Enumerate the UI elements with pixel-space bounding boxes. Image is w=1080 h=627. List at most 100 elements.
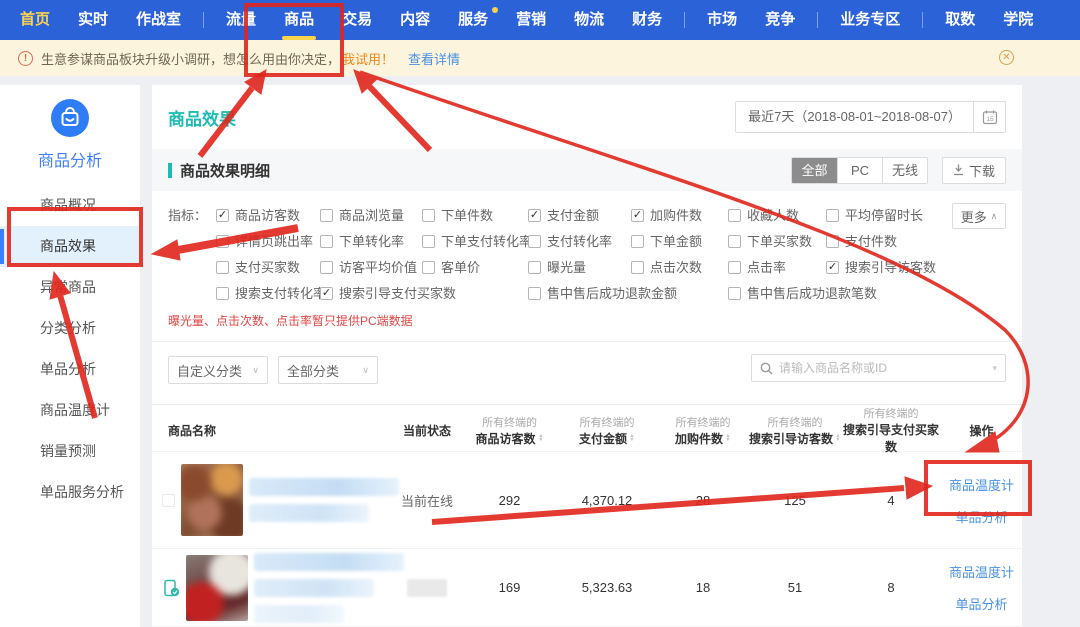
custom-category-select[interactable]: 自定义分类 ∨	[168, 356, 268, 384]
tab-pc[interactable]: PC	[837, 158, 882, 183]
metric-item[interactable]: 支付金额	[528, 207, 631, 224]
metric-item[interactable]: 售中售后成功退款笔数	[728, 285, 1006, 302]
metric-item[interactable]: 商品访客数	[216, 207, 320, 224]
metric-item[interactable]: 曝光量	[528, 259, 631, 276]
nav-business-zone[interactable]: 业务专区	[826, 0, 914, 40]
checkbox[interactable]	[320, 209, 333, 222]
checkbox[interactable]	[826, 261, 839, 274]
checkbox[interactable]	[528, 287, 541, 300]
sidebar-item-category-analysis[interactable]: 分类分析	[0, 308, 140, 349]
metric-item[interactable]: 客单价	[422, 259, 528, 276]
notice-detail-link[interactable]: 查看详情	[408, 49, 460, 68]
nav-goods[interactable]: 商品	[270, 0, 328, 40]
calendar-icon[interactable]: 15	[973, 102, 1005, 132]
checkbox[interactable]	[216, 261, 229, 274]
metric-item[interactable]: 下单金额	[631, 233, 728, 250]
metric-item[interactable]: 支付转化率	[528, 233, 631, 250]
metric-item[interactable]: 详情页跳出率	[216, 233, 320, 250]
search-input[interactable]	[779, 361, 986, 375]
sidebar-item-single-item-service[interactable]: 单品服务分析	[0, 472, 140, 513]
checkbox[interactable]	[320, 261, 333, 274]
notice-try-link[interactable]: 我试用！	[342, 49, 394, 68]
metric-item[interactable]: 支付买家数	[216, 259, 320, 276]
checkbox[interactable]	[422, 235, 435, 248]
metric-item[interactable]: 访客平均价值	[320, 259, 422, 276]
sidebar-item-sales-forecast[interactable]: 销量预测	[0, 431, 140, 472]
sidebar-item-single-item-analysis[interactable]: 单品分析	[0, 349, 140, 390]
checkbox[interactable]	[320, 287, 333, 300]
nav-logistics[interactable]: 物流	[560, 0, 618, 40]
checkbox[interactable]	[728, 261, 741, 274]
checkbox[interactable]	[728, 209, 741, 222]
checkbox[interactable]	[528, 261, 541, 274]
metric-item[interactable]: 售中售后成功退款金额	[528, 285, 728, 302]
checkbox[interactable]	[216, 235, 229, 248]
nav-traffic[interactable]: 流量	[212, 0, 270, 40]
metric-item[interactable]: 商品浏览量	[320, 207, 422, 224]
nav-finance[interactable]: 财务	[618, 0, 676, 40]
date-range-picker[interactable]: 最近7天（2018-08-01~2018-08-07） 15	[735, 101, 1006, 133]
nav-marketing[interactable]: 营销	[502, 0, 560, 40]
metric-item[interactable]: 下单支付转化率	[422, 233, 528, 250]
metric-item[interactable]: 搜索支付转化率	[216, 285, 320, 302]
checkbox[interactable]	[422, 261, 435, 274]
checkbox[interactable]	[528, 209, 541, 222]
sort-icon[interactable]: ▲▼	[725, 434, 731, 442]
metric-item[interactable]: 搜索引导访客数	[826, 259, 1006, 276]
checkbox[interactable]	[528, 235, 541, 248]
checkbox[interactable]	[826, 209, 839, 222]
metric-item[interactable]: 下单转化率	[320, 233, 422, 250]
sort-icon[interactable]: ▲▼	[629, 434, 635, 442]
nav-data-fetch[interactable]: 取数	[931, 0, 989, 40]
metric-item[interactable]: 收藏人数	[728, 207, 826, 224]
checkbox[interactable]	[631, 235, 644, 248]
metric-item[interactable]: 下单买家数	[728, 233, 826, 250]
single-item-analysis-link[interactable]: 单品分析	[955, 594, 1007, 613]
product-title-blur[interactable]	[254, 553, 404, 623]
col-cart-items[interactable]: 所有终端的 加购件数▲▼	[657, 414, 749, 448]
checkbox[interactable]	[216, 287, 229, 300]
sidebar-item-goods-effect[interactable]: 商品效果	[0, 226, 140, 267]
checkbox[interactable]	[422, 209, 435, 222]
nav-content[interactable]: 内容	[386, 0, 444, 40]
sidebar-item-goods-overview[interactable]: 商品概况	[0, 185, 140, 226]
col-search-pay-buyers[interactable]: 所有终端的 搜索引导支付买家数	[841, 405, 941, 456]
nav-competition[interactable]: 竞争	[751, 0, 809, 40]
thermometer-link[interactable]: 商品温度计	[949, 475, 1014, 494]
sidebar-item-abnormal-goods[interactable]: 异常商品	[0, 267, 140, 308]
product-title-blur[interactable]	[249, 478, 399, 522]
more-button[interactable]: 更多 ∧	[952, 203, 1006, 229]
product-thumbnail[interactable]	[186, 555, 248, 621]
sort-icon[interactable]: ▲▼	[538, 434, 544, 442]
metric-item[interactable]: 点击次数	[631, 259, 728, 276]
metric-item[interactable]: 下单件数	[422, 207, 528, 224]
thermometer-link[interactable]: 商品温度计	[949, 562, 1014, 581]
col-payment[interactable]: 所有终端的 支付金额▲▼	[557, 414, 657, 448]
checkbox[interactable]	[320, 235, 333, 248]
nav-market[interactable]: 市场	[693, 0, 751, 40]
metric-item[interactable]: 支付件数	[826, 233, 1006, 250]
nav-realtime[interactable]: 实时	[64, 0, 122, 40]
checkbox[interactable]	[728, 235, 741, 248]
checkbox[interactable]	[631, 209, 644, 222]
single-item-analysis-link[interactable]: 单品分析	[955, 507, 1007, 526]
metric-item[interactable]: 搜索引导支付买家数	[320, 285, 528, 302]
col-search-visitors[interactable]: 所有终端的 搜索引导访客数▲▼	[749, 414, 841, 448]
product-thumbnail[interactable]	[181, 464, 243, 536]
nav-service[interactable]: 服务	[444, 0, 502, 40]
tab-wireless[interactable]: 无线	[882, 158, 927, 183]
nav-trade[interactable]: 交易	[328, 0, 386, 40]
metric-item[interactable]: 点击率	[728, 259, 826, 276]
nav-warroom[interactable]: 作战室	[122, 0, 195, 40]
col-visitors[interactable]: 所有终端的 商品访客数▲▼	[462, 414, 557, 448]
sidebar-item-goods-thermometer[interactable]: 商品温度计	[0, 390, 140, 431]
checkbox[interactable]	[728, 287, 741, 300]
all-category-select[interactable]: 全部分类 ∨	[278, 356, 378, 384]
checkbox[interactable]	[826, 235, 839, 248]
download-button[interactable]: 下载	[942, 157, 1006, 184]
close-icon[interactable]: ✕	[999, 50, 1014, 65]
nav-home[interactable]: 首页	[6, 0, 64, 40]
metric-item[interactable]: 加购件数	[631, 207, 728, 224]
tab-all[interactable]: 全部	[792, 158, 837, 183]
row-checkbox[interactable]	[162, 494, 175, 507]
